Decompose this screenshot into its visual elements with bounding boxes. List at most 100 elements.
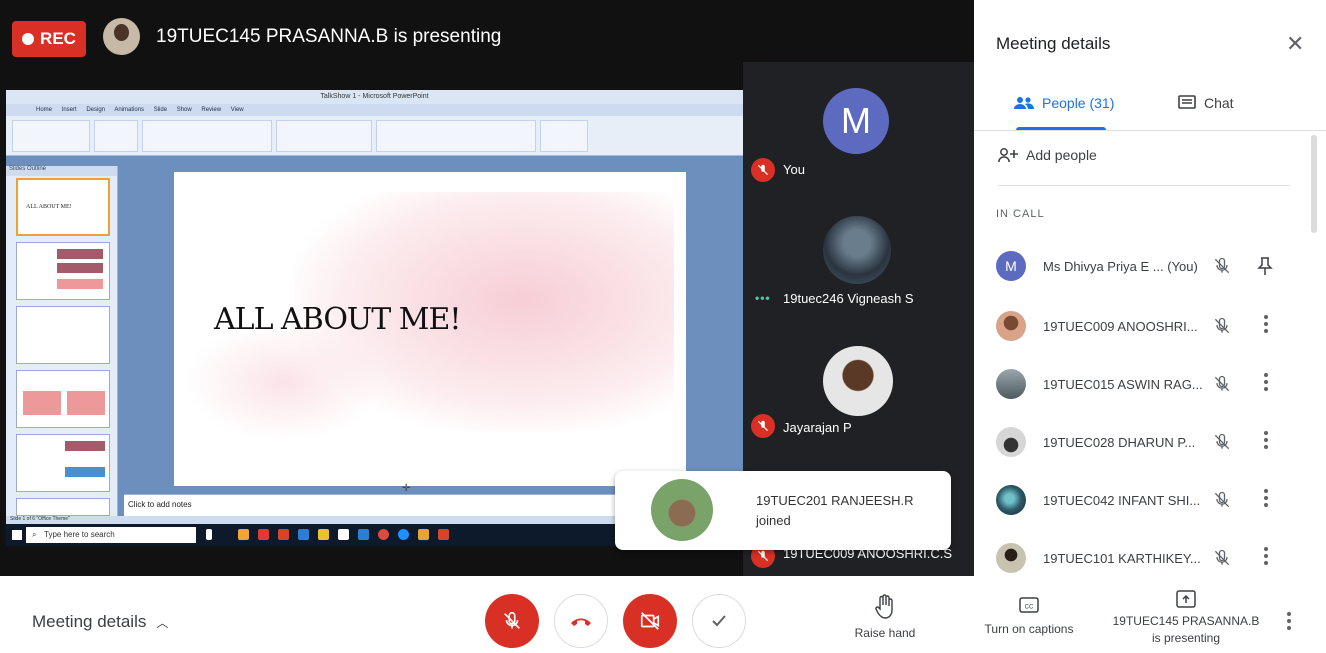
thumb-block bbox=[57, 263, 103, 273]
meeting-details-panel: Meeting details ✕ People (31) Chat Add p… bbox=[974, 0, 1326, 576]
more-vert-icon[interactable] bbox=[1264, 489, 1268, 510]
camera-off-icon bbox=[640, 612, 660, 630]
taskbar-search-text: Type here to search bbox=[44, 530, 115, 539]
add-people-button[interactable]: Add people bbox=[998, 147, 1097, 163]
pdf-app-icon bbox=[258, 529, 269, 540]
pane-tabs: Slides Outline bbox=[6, 166, 117, 176]
tab-chat[interactable]: Chat bbox=[1178, 95, 1234, 111]
tile-avatar-you: M bbox=[823, 88, 889, 154]
more-vert-icon[interactable] bbox=[1264, 547, 1268, 568]
more-vert-icon[interactable] bbox=[1264, 315, 1268, 336]
thumb-block bbox=[65, 467, 105, 477]
tile-avatar-jayarajan bbox=[823, 346, 893, 416]
participant-row[interactable]: 19TUEC101 KARTHIKEY... bbox=[996, 538, 1296, 578]
mic-toggle-button[interactable] bbox=[485, 594, 539, 648]
leave-call-button[interactable] bbox=[554, 594, 608, 648]
mic-off-icon[interactable] bbox=[1212, 490, 1232, 510]
mail-icon bbox=[358, 529, 369, 540]
presenting-button[interactable]: 19TUEC145 PRASANNA.B is presenting bbox=[1108, 588, 1264, 647]
presenter-avatar bbox=[103, 18, 140, 55]
chevron-up-icon: ︿ bbox=[156, 616, 169, 630]
participant-name: 19TUEC101 KARTHIKEY... bbox=[1043, 551, 1201, 566]
more-vert-icon[interactable] bbox=[1264, 373, 1268, 394]
tile-name-you: You bbox=[783, 162, 805, 177]
slide-thumb-3 bbox=[16, 306, 110, 364]
chrome-icon bbox=[378, 529, 389, 540]
store-icon bbox=[338, 529, 349, 540]
slide-brush-decoration bbox=[184, 322, 384, 442]
participant-row[interactable]: M Ms Dhivya Priya E ... (You) bbox=[996, 246, 1296, 286]
thumb-block bbox=[23, 391, 61, 415]
more-vert-icon[interactable] bbox=[1264, 431, 1268, 452]
mic-off-icon[interactable] bbox=[1212, 374, 1232, 394]
participant-avatar bbox=[996, 427, 1026, 457]
tab-people[interactable]: People (31) bbox=[1014, 95, 1114, 111]
mic-off-icon[interactable] bbox=[1212, 256, 1232, 276]
meeting-details-label: Meeting details bbox=[32, 612, 147, 631]
tab-chat-label: Chat bbox=[1204, 95, 1234, 111]
mic-off-icon bbox=[751, 158, 775, 182]
powerpoint-active-icon bbox=[438, 529, 449, 540]
ribbon-group-slides bbox=[94, 120, 138, 152]
raise-hand-button[interactable]: Raise hand bbox=[850, 594, 920, 640]
thumb-block bbox=[57, 279, 103, 289]
captions-button[interactable]: CC Turn on captions bbox=[978, 594, 1080, 636]
raise-hand-label: Raise hand bbox=[854, 626, 916, 640]
captions-label: Turn on captions bbox=[984, 622, 1074, 636]
svg-text:CC: CC bbox=[1025, 605, 1034, 611]
add-people-label: Add people bbox=[1026, 147, 1097, 163]
thumb-block bbox=[67, 391, 105, 415]
participant-avatar bbox=[996, 543, 1026, 573]
people-icon bbox=[1014, 97, 1034, 109]
ribbon-group-paragraph bbox=[276, 120, 372, 152]
rec-label: REC bbox=[40, 29, 76, 48]
camera-toggle-button[interactable] bbox=[623, 594, 677, 648]
ribbon-group-clipboard bbox=[12, 120, 90, 152]
pin-icon[interactable] bbox=[1256, 256, 1274, 276]
mic-off-icon[interactable] bbox=[1212, 316, 1232, 336]
thumb-block bbox=[65, 441, 105, 451]
participant-row[interactable]: 19TUEC042 INFANT SHI... bbox=[996, 480, 1296, 520]
toast-status: joined bbox=[756, 513, 791, 528]
ppt-window-title: TalkShow 1 - Microsoft PowerPoint bbox=[6, 90, 743, 104]
captions-icon: CC bbox=[1019, 597, 1039, 613]
mic-off-icon[interactable] bbox=[1212, 432, 1232, 452]
mouse-cursor-icon: ✛ bbox=[402, 483, 411, 494]
mic-off-icon[interactable] bbox=[1212, 548, 1232, 568]
participant-row[interactable]: 19TUEC028 DHARUN P... bbox=[996, 422, 1296, 462]
windows-start-icon bbox=[12, 530, 22, 540]
participant-row[interactable]: 19TUEC015 ASWIN RAG... bbox=[996, 364, 1296, 404]
tile-name-vigneash: 19tuec246 Vigneash S bbox=[783, 291, 914, 306]
app-icon bbox=[298, 529, 309, 540]
task-view-icon bbox=[206, 529, 212, 540]
app-icon bbox=[318, 529, 329, 540]
tab-people-label: People (31) bbox=[1042, 95, 1115, 111]
participant-avatar bbox=[996, 369, 1026, 399]
tile-name-jayarajan: Jayarajan P bbox=[783, 420, 852, 435]
record-dot-icon bbox=[22, 33, 35, 45]
ribbon-group-editing bbox=[540, 120, 588, 152]
ribbon-group-font bbox=[142, 120, 272, 152]
thumb-block bbox=[57, 249, 103, 259]
more-options-icon[interactable] bbox=[1287, 612, 1291, 633]
participant-name: 19TUEC009 ANOOSHRI... bbox=[1043, 319, 1198, 334]
participant-row[interactable]: 19TUEC009 ANOOSHRI... bbox=[996, 306, 1296, 346]
participant-name: 19TUEC015 ASWIN RAG... bbox=[1043, 377, 1203, 392]
confirm-button[interactable] bbox=[692, 594, 746, 648]
meeting-details-button[interactable]: Meeting details ︿ bbox=[32, 612, 168, 632]
meet-window: REC 19TUEC145 PRASANNA.B is presenting T… bbox=[0, 0, 1326, 653]
close-icon[interactable]: ✕ bbox=[1286, 33, 1304, 55]
recording-badge: REC bbox=[12, 21, 86, 57]
speaking-indicator-icon: ••• bbox=[755, 291, 771, 305]
edge-icon bbox=[398, 529, 409, 540]
tab-divider bbox=[974, 130, 1326, 131]
powerpoint-app-icon bbox=[278, 529, 289, 540]
mic-off-icon bbox=[751, 414, 775, 438]
app-icon bbox=[418, 529, 429, 540]
slide-thumb-1: ALL ABOUT ME! bbox=[16, 178, 110, 236]
participant-avatar: M bbox=[996, 251, 1026, 281]
panel-scrollbar[interactable] bbox=[1311, 135, 1317, 233]
presenting-line1: 19TUEC145 PRASANNA.B bbox=[1112, 614, 1260, 628]
taskbar-search: ⌕ Type here to search bbox=[26, 527, 196, 543]
mic-off-icon bbox=[504, 611, 520, 629]
